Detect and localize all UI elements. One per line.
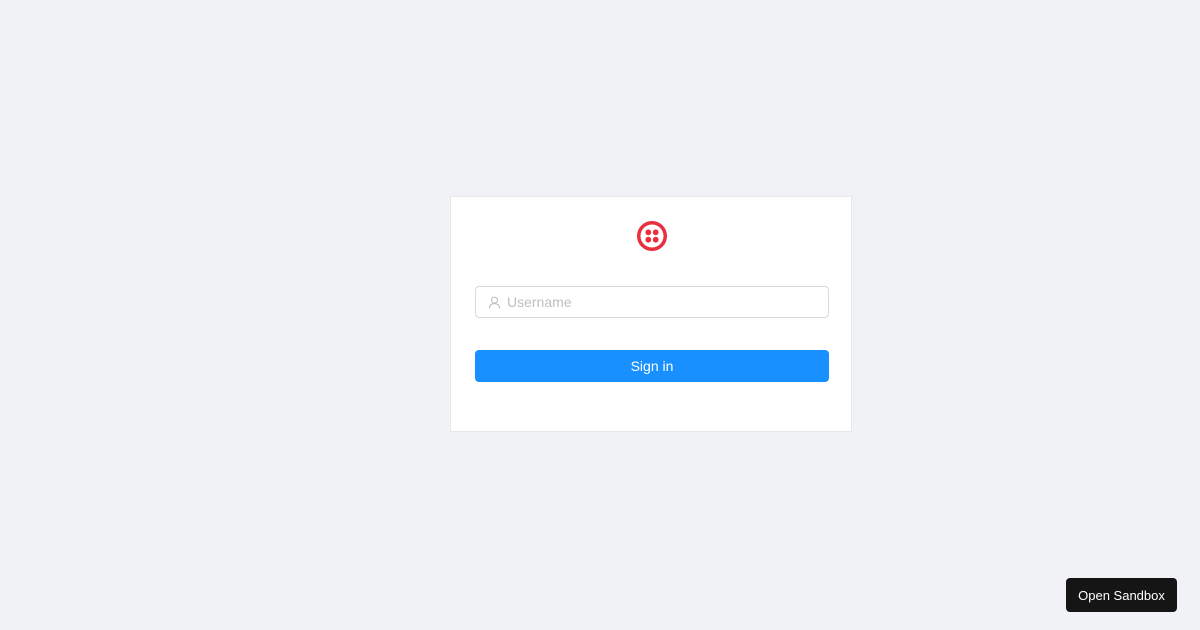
open-sandbox-button[interactable]: Open Sandbox	[1066, 578, 1177, 612]
login-card: Sign in	[450, 196, 852, 432]
username-input[interactable]	[507, 288, 828, 316]
sign-in-button[interactable]: Sign in	[475, 350, 829, 382]
twilio-logo-icon-svg	[637, 221, 667, 251]
username-field[interactable]	[475, 286, 829, 318]
twilio-logo-icon	[637, 221, 667, 251]
login-page: Sign in Open Sandbox	[0, 0, 1200, 630]
user-icon	[487, 295, 501, 309]
